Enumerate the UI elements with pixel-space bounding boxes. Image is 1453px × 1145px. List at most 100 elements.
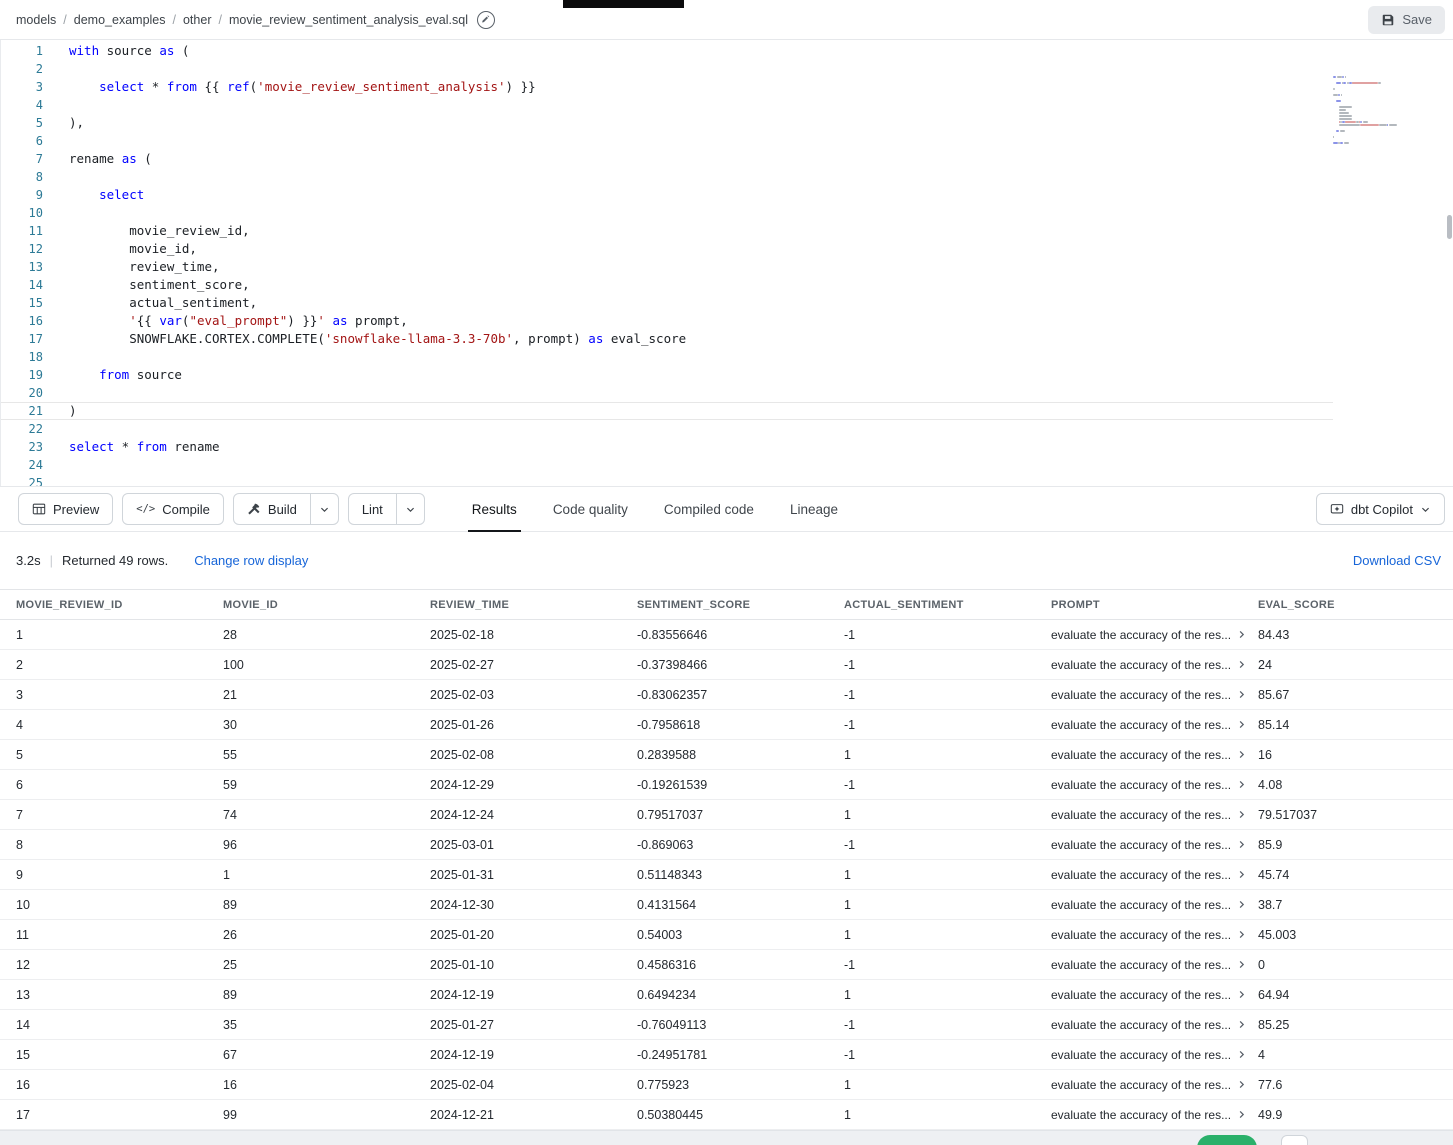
line-number: 10 xyxy=(1,204,43,222)
code-line[interactable]: 2 xyxy=(1,60,1333,78)
code-line[interactable]: 21) xyxy=(1,402,1333,420)
prompt-text: evaluate the accuracy of the res... xyxy=(1051,1018,1231,1032)
code-token: select xyxy=(69,439,114,454)
code-line[interactable]: 3 select * from {{ ref('movie_review_sen… xyxy=(1,78,1333,96)
code-token: ref xyxy=(227,79,250,94)
editor-minimap[interactable] xyxy=(1333,76,1441,151)
column-header-actual_sentiment: ACTUAL_SENTIMENT xyxy=(844,599,1051,611)
cell-prompt: evaluate the accuracy of the res... xyxy=(1051,988,1258,1002)
expand-prompt-icon[interactable] xyxy=(1236,959,1247,970)
file-header-bar: models/demo_examples/other/movie_review_… xyxy=(0,0,1453,40)
expand-prompt-icon[interactable] xyxy=(1236,1109,1247,1120)
code-line[interactable]: 18 xyxy=(1,348,1333,366)
column-header-movie_review_id: MOVIE_REVIEW_ID xyxy=(16,599,223,611)
code-text: with source as ( xyxy=(43,42,189,60)
cell-eval-score: 84.43 xyxy=(1258,628,1453,642)
expand-prompt-icon[interactable] xyxy=(1236,719,1247,730)
prompt-text: evaluate the accuracy of the res... xyxy=(1051,1048,1231,1062)
code-text: '{{ var("eval_prompt") }}' as prompt, xyxy=(43,312,408,330)
code-line[interactable]: 6 xyxy=(1,132,1333,150)
code-line[interactable]: 5), xyxy=(1,114,1333,132)
expand-prompt-icon[interactable] xyxy=(1236,749,1247,760)
change-row-display-link[interactable]: Change row display xyxy=(194,553,308,568)
floating-green-button[interactable] xyxy=(1197,1135,1257,1145)
code-line[interactable]: 4 xyxy=(1,96,1333,114)
cell-movie-id: 21 xyxy=(223,688,430,702)
code-line[interactable]: 19 from source xyxy=(1,366,1333,384)
breadcrumb-item[interactable]: models xyxy=(16,13,56,27)
expand-prompt-icon[interactable] xyxy=(1236,839,1247,850)
floating-white-button[interactable] xyxy=(1281,1135,1308,1145)
save-icon xyxy=(1381,13,1395,27)
expand-prompt-icon[interactable] xyxy=(1236,869,1247,880)
code-line[interactable]: 17 SNOWFLAKE.CORTEX.COMPLETE('snowflake-… xyxy=(1,330,1333,348)
code-line[interactable]: 22 xyxy=(1,420,1333,438)
prompt-text: evaluate the accuracy of the res... xyxy=(1051,1108,1231,1122)
expand-prompt-icon[interactable] xyxy=(1236,989,1247,1000)
code-token xyxy=(69,79,99,94)
code-line[interactable]: 7rename as ( xyxy=(1,150,1333,168)
code-line[interactable]: 15 actual_sentiment, xyxy=(1,294,1333,312)
cell-actual-sentiment: -1 xyxy=(844,838,1051,852)
minimap-line xyxy=(1333,100,1441,102)
expand-prompt-icon[interactable] xyxy=(1236,689,1247,700)
lint-dropdown-button[interactable] xyxy=(396,493,425,525)
code-line[interactable]: 16 '{{ var("eval_prompt") }}' as prompt, xyxy=(1,312,1333,330)
sql-editor[interactable]: 1with source as (23 select * from {{ ref… xyxy=(0,40,1453,486)
save-button[interactable]: Save xyxy=(1368,6,1445,34)
expand-prompt-icon[interactable] xyxy=(1236,1019,1247,1030)
tab-compiled-code[interactable]: Compiled code xyxy=(646,487,772,531)
code-line[interactable]: 10 xyxy=(1,204,1333,222)
prompt-text: evaluate the accuracy of the res... xyxy=(1051,838,1231,852)
code-line[interactable]: 1with source as ( xyxy=(1,42,1333,60)
code-line[interactable]: 24 xyxy=(1,456,1333,474)
expand-prompt-icon[interactable] xyxy=(1236,629,1247,640)
code-line[interactable]: 20 xyxy=(1,384,1333,402)
code-line[interactable]: 13 review_time, xyxy=(1,258,1333,276)
code-token: movie_review_id, xyxy=(69,223,250,238)
lint-button[interactable]: Lint xyxy=(348,493,397,525)
build-button[interactable]: Build xyxy=(233,493,311,525)
code-line[interactable]: 11 movie_review_id, xyxy=(1,222,1333,240)
chevron-down-icon xyxy=(405,504,416,515)
code-token: from xyxy=(137,439,167,454)
page-scrollbar-thumb[interactable] xyxy=(1447,215,1452,239)
expand-prompt-icon[interactable] xyxy=(1236,1079,1247,1090)
build-dropdown-button[interactable] xyxy=(310,493,339,525)
expand-prompt-icon[interactable] xyxy=(1236,779,1247,790)
cell-prompt: evaluate the accuracy of the res... xyxy=(1051,748,1258,762)
expand-prompt-icon[interactable] xyxy=(1236,659,1247,670)
line-number: 14 xyxy=(1,276,43,294)
compile-button[interactable]: </> Compile xyxy=(122,493,224,525)
code-line[interactable]: 12 movie_id, xyxy=(1,240,1333,258)
download-csv-link[interactable]: Download CSV xyxy=(1353,553,1441,568)
tab-results[interactable]: Results xyxy=(454,487,535,531)
code-line[interactable]: 8 xyxy=(1,168,1333,186)
breadcrumb-item[interactable]: other xyxy=(183,13,212,27)
cell-sentiment-score: 0.51148343 xyxy=(637,868,844,882)
code-line[interactable]: 14 sentiment_score, xyxy=(1,276,1333,294)
expand-prompt-icon[interactable] xyxy=(1236,899,1247,910)
expand-prompt-icon[interactable] xyxy=(1236,929,1247,940)
breadcrumb-item[interactable]: demo_examples xyxy=(74,13,166,27)
minimap-token xyxy=(1363,121,1368,123)
cell-movie-review-id: 7 xyxy=(16,808,223,822)
cell-review-time: 2025-01-26 xyxy=(430,718,637,732)
code-token: {{ xyxy=(137,313,160,328)
breadcrumb-separator: / xyxy=(218,13,221,27)
code-line[interactable]: 25 xyxy=(1,474,1333,486)
line-number: 5 xyxy=(1,114,43,132)
edit-file-icon[interactable] xyxy=(477,11,495,29)
code-line[interactable]: 23select * from rename xyxy=(1,438,1333,456)
tab-lineage[interactable]: Lineage xyxy=(772,487,856,531)
copilot-button[interactable]: dbt Copilot xyxy=(1316,493,1445,525)
preview-button[interactable]: Preview xyxy=(18,493,113,525)
breadcrumb-item[interactable]: movie_review_sentiment_analysis_eval.sql xyxy=(229,13,468,27)
tab-code-quality[interactable]: Code quality xyxy=(535,487,646,531)
code-line[interactable]: 9 select xyxy=(1,186,1333,204)
cell-movie-id: 99 xyxy=(223,1108,430,1122)
cell-actual-sentiment: -1 xyxy=(844,1048,1051,1062)
minimap-token xyxy=(1339,115,1351,117)
expand-prompt-icon[interactable] xyxy=(1236,809,1247,820)
expand-prompt-icon[interactable] xyxy=(1236,1049,1247,1060)
